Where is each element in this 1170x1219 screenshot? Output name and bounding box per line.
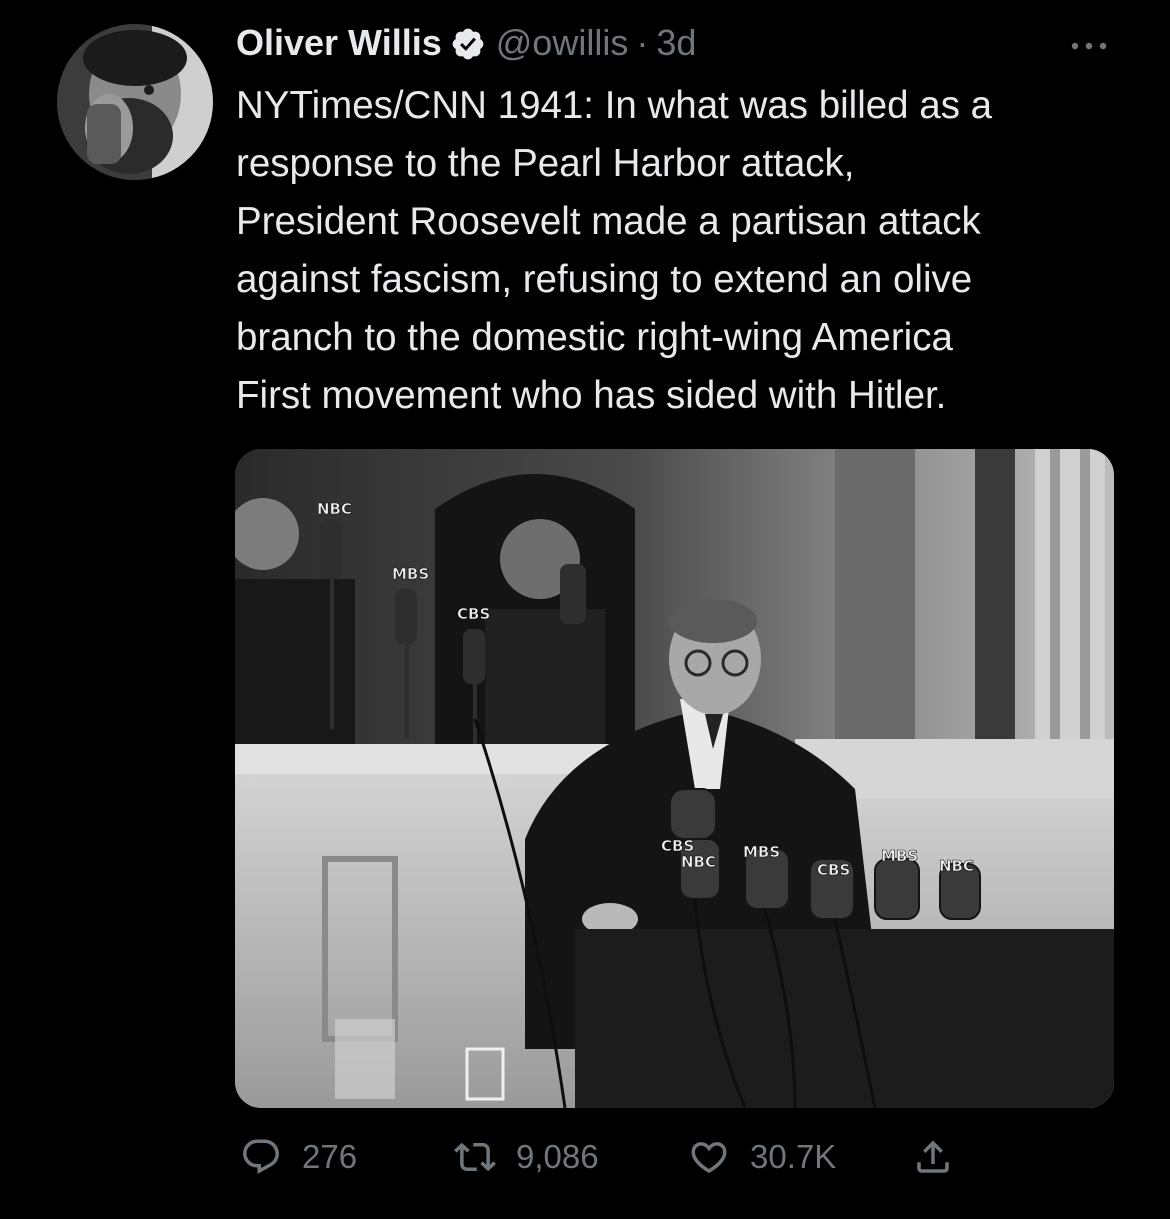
retweet-button[interactable]: 9,086: [454, 1132, 599, 1182]
avatar[interactable]: [57, 24, 213, 180]
tweet: Oliver Willis @owillis · 3d NYTimes/CNN …: [236, 18, 1136, 425]
separator-dot: ·: [636, 22, 649, 63]
author-handle[interactable]: @owillis: [496, 18, 629, 68]
reply-icon: [243, 1139, 279, 1174]
tweet-text: NYTimes/CNN 1941: In what was billed as …: [236, 84, 993, 417]
mic-label: MBS: [881, 847, 918, 865]
like-button[interactable]: 30.7K: [688, 1132, 836, 1182]
verified-badge-icon: [450, 25, 486, 61]
mic-label: CBS: [457, 605, 490, 623]
reply-button[interactable]: 276: [240, 1132, 357, 1182]
mic-label: MBS: [743, 843, 780, 861]
share-icon: [917, 1140, 949, 1173]
retweet-icon: [454, 1142, 496, 1172]
mic-label: NBC: [939, 857, 974, 875]
mic-label: NBC: [681, 853, 716, 871]
more-icon[interactable]: [1064, 36, 1114, 56]
tweet-header: Oliver Willis @owillis · 3d: [236, 18, 1136, 68]
like-count: 30.7K: [750, 1138, 837, 1175]
tweet-action-bar: 276 9,086 30.7K: [0, 1132, 1170, 1182]
reply-count: 276: [302, 1138, 358, 1175]
author-display-name[interactable]: Oliver Willis: [236, 18, 442, 68]
mic-label: NBC: [317, 500, 352, 518]
roosevelt-speech-photo: NBC MBS CBS CBS NBC MBS CBS MBS NBC: [235, 449, 1114, 1108]
heart-icon: [691, 1142, 727, 1174]
avatar-photo: [57, 24, 213, 180]
tweet-media-image[interactable]: NBC MBS CBS CBS NBC MBS CBS MBS NBC: [235, 449, 1114, 1108]
share-button[interactable]: [912, 1132, 954, 1182]
retweet-count: 9,086: [516, 1138, 599, 1175]
mic-label: MBS: [392, 565, 429, 583]
tweet-timestamp[interactable]: 3d: [656, 18, 696, 68]
mic-label: CBS: [817, 861, 850, 879]
